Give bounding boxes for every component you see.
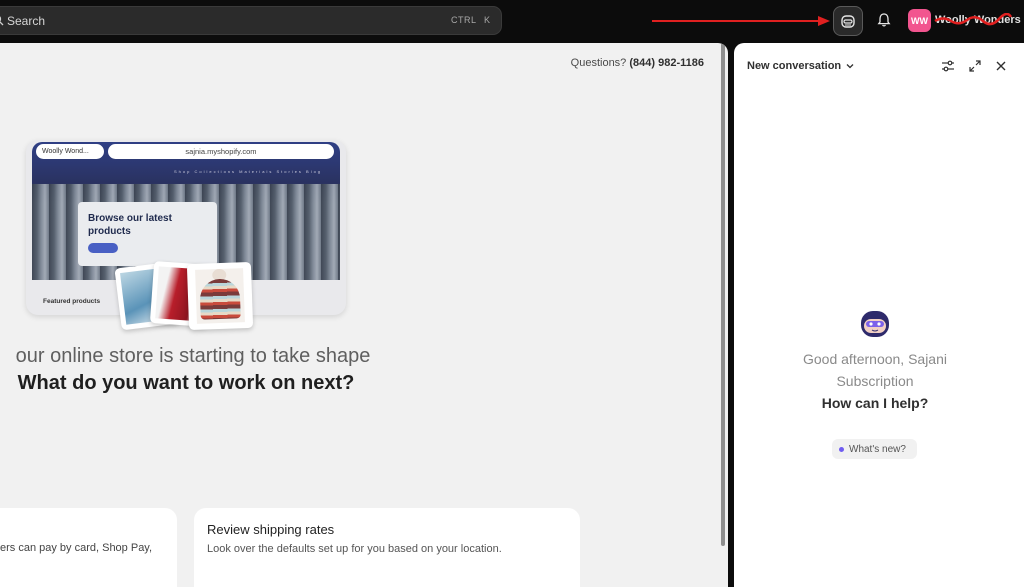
- conversation-title: New conversation: [747, 60, 842, 72]
- close-icon[interactable]: [994, 59, 1008, 73]
- assistant-robot-icon: [841, 15, 855, 28]
- task-card-payments[interactable]: ers can pay by card, Shop Pay,: [0, 508, 177, 587]
- conversation-selector[interactable]: New conversation: [747, 60, 855, 72]
- assistant-greeting: Good afternoon, Sajani: [803, 351, 947, 367]
- chevron-down-icon: [846, 64, 854, 69]
- support-phone[interactable]: (844) 982-1186: [629, 57, 704, 69]
- shortcut-ctrl-key: CTRL: [451, 15, 477, 25]
- annotation-arrow: [652, 16, 830, 26]
- shortcut-k-key: K: [484, 15, 491, 25]
- product-photo-beanie: [186, 261, 254, 331]
- top-bar: Search CTRL K WW Woolly Wonders: [0, 0, 1024, 43]
- preview-hero-title: Browse our latest products: [88, 213, 172, 237]
- preview-tab: Woolly Wond...: [36, 144, 104, 159]
- search-bar[interactable]: Search CTRL K: [0, 6, 502, 35]
- assistant-greeting-subtitle: Subscription: [836, 373, 914, 389]
- settings-sliders-icon[interactable]: [941, 59, 955, 73]
- redaction-scribble: [934, 13, 1013, 26]
- preview-nav: Shop Collections Materials Stories Blog: [174, 169, 323, 174]
- preview-hero-card: Browse our latest products: [78, 202, 217, 266]
- scrollbar[interactable]: [721, 43, 725, 546]
- page-subheadline: What do you want to work on next?: [17, 372, 355, 394]
- store-avatar[interactable]: WW: [908, 9, 931, 32]
- assistant-button[interactable]: [833, 6, 863, 36]
- preview-hero-button: [88, 243, 118, 253]
- support-contact: Questions? (844) 982-1186: [571, 57, 704, 69]
- whats-new-button[interactable]: What's new?: [832, 439, 917, 459]
- notifications-bell-icon[interactable]: [876, 12, 892, 28]
- task-card-title: Review shipping rates: [207, 522, 335, 537]
- whats-new-label: What's new?: [849, 443, 906, 455]
- assistant-prompt: How can I help?: [821, 395, 929, 411]
- preview-browser: Shop Collections Materials Stories Blog …: [32, 142, 340, 280]
- preview-url: sajnia.myshopify.com: [108, 144, 334, 159]
- questions-label: Questions?: [570, 57, 627, 69]
- expand-icon[interactable]: [968, 59, 982, 73]
- preview-featured-label: Featured products: [43, 298, 101, 305]
- task-card-shipping[interactable]: Review shipping rates Look over the defa…: [194, 508, 580, 587]
- assistant-panel: New conversation Good afternoon, Sajani …: [734, 43, 1024, 587]
- assistant-robot-icon: [861, 311, 889, 337]
- search-icon: [0, 16, 4, 26]
- task-card-description: Look over the defaults set up for you ba…: [207, 543, 502, 555]
- page-headline: our online store is starting to take sha…: [15, 345, 371, 367]
- search-input[interactable]: Search: [7, 14, 45, 28]
- new-indicator-dot: [839, 446, 844, 452]
- task-card-description: ers can pay by card, Shop Pay,: [0, 542, 153, 554]
- main-content: Questions? (844) 982-1186 Shop Collectio…: [0, 43, 728, 587]
